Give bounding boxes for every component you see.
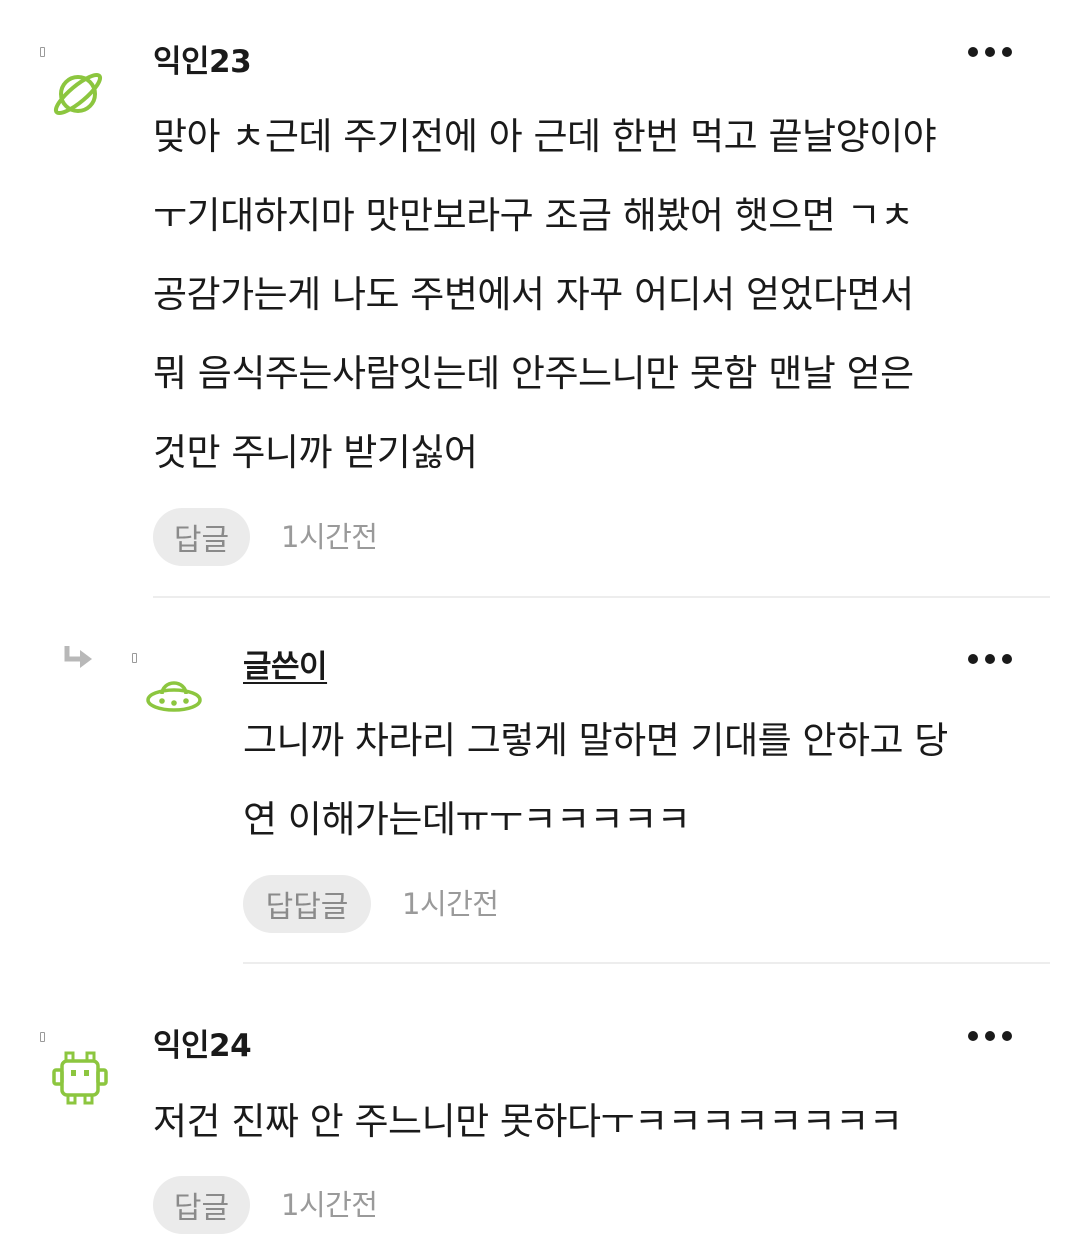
planet-icon[interactable] [50,66,106,122]
reply-button[interactable]: 답글 [153,508,250,566]
reply-button[interactable]: 답답글 [243,875,371,933]
pin-icon [40,47,45,57]
reply-arrow-icon [64,644,96,676]
pin-icon [132,653,137,663]
more-options-icon[interactable] [968,1026,1012,1046]
divider [243,962,1050,964]
timestamp: 1시간전 [281,520,378,554]
ufo-icon[interactable] [146,668,202,724]
timestamp: 1시간전 [281,1188,378,1222]
timestamp: 1시간전 [402,887,499,921]
more-options-icon[interactable] [968,42,1012,62]
comment-text: 맞아 ㅊ근데 주기전에 아 근데 한번 먹고 끝날양이야 ㅜ기대하지마 맛만보라… [153,115,937,474]
reply-button[interactable]: 답글 [153,1176,250,1234]
comment-text: 그니까 차라리 그렇게 말하면 기대를 안하고 당 연 이해가는데ㅠㅜㅋㅋㅋㅋㅋ [243,719,948,841]
comment-text: 저건 진짜 안 주느니만 못하다ㅜㅋㅋㅋㅋㅋㅋㅋㅋ [153,1100,903,1143]
pin-icon [40,1032,45,1042]
divider [153,596,1050,598]
author-name[interactable]: 익인23 [153,42,252,82]
author-name[interactable]: 익인24 [153,1026,252,1066]
more-options-icon[interactable] [968,649,1012,669]
space-invader-icon[interactable] [52,1050,108,1106]
author-name[interactable]: 글쓴이 [243,647,328,687]
